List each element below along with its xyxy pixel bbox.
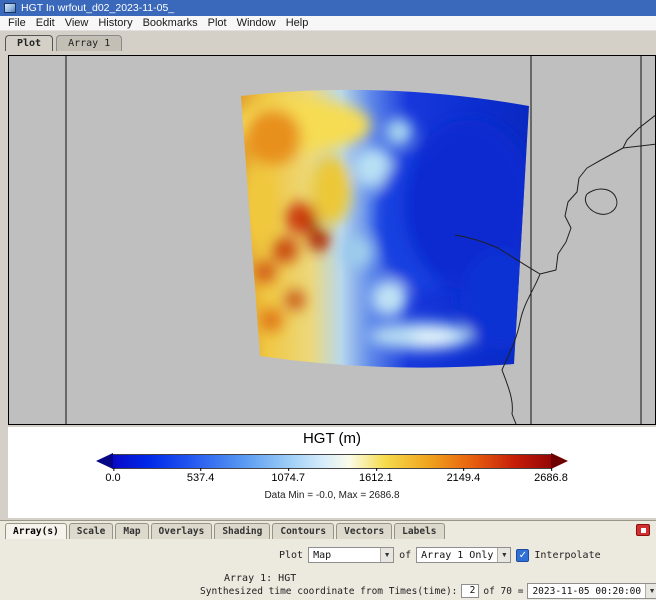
colorbar-tick-label: 2149.4 [447, 472, 481, 484]
control-tab-label: Overlays [159, 526, 205, 537]
control-tab-label: Labels [402, 526, 436, 537]
map-canvas [9, 56, 655, 424]
control-tab[interactable]: Array(s) [5, 523, 67, 539]
control-tab[interactable]: Contours [272, 523, 334, 539]
time-index-field[interactable]: 2 [461, 584, 479, 598]
colorbar-tick-label: 537.4 [187, 472, 215, 484]
array-select[interactable]: Array 1 Only ▼ [416, 547, 511, 563]
plot-panel [8, 55, 656, 425]
control-tab[interactable]: Labels [394, 523, 444, 539]
time-select-value: 2023-11-05 00:20:00 [528, 586, 645, 597]
control-tab-label: Array(s) [13, 526, 59, 537]
window-title: HGT In wrfout_d02_2023-11-05_ [21, 2, 174, 14]
top-tab-label: Plot [17, 38, 41, 49]
top-tab[interactable]: Array 1 [56, 35, 122, 51]
control-tab-strip: Array(s) Scale Map Overlays Shading Cont… [5, 523, 445, 539]
of-label: of [399, 550, 411, 561]
terrain-patch [231, 72, 541, 378]
menu-item[interactable]: Help [281, 17, 314, 29]
time-row: Synthesized time coordinate from Times(t… [200, 583, 656, 599]
app-icon [4, 3, 16, 13]
time-coordinate-label: Synthesized time coordinate from Times(t… [200, 586, 457, 597]
top-tab-label: Array 1 [68, 38, 110, 49]
control-tab-label: Scale [77, 526, 106, 537]
plot-type-row: Plot Map ▼ of Array 1 Only ▼ Interpolate [279, 547, 601, 563]
menu-bar: File Edit View History Bookmarks Plot Wi… [0, 16, 656, 31]
data-minmax-text: Data Min = -0.0, Max = 2686.8 [264, 490, 399, 501]
array-select-value: Array 1 Only [417, 550, 497, 561]
control-tab-label: Map [123, 526, 140, 537]
menu-item[interactable]: Plot [203, 17, 232, 29]
colorbar-over-arrow [551, 453, 568, 469]
control-tab-label: Vectors [344, 526, 384, 537]
chevron-down-icon: ▼ [497, 548, 510, 562]
chevron-down-icon: ▼ [645, 584, 656, 598]
colorbar-tick-label: 1074.7 [271, 472, 305, 484]
time-of-label: of 70 = [483, 586, 523, 597]
detach-panel-button[interactable] [636, 524, 650, 536]
control-tab-label: Contours [280, 526, 326, 537]
chevron-down-icon: ▼ [380, 548, 393, 562]
plot-type-value: Map [309, 550, 335, 561]
control-tab[interactable]: Shading [214, 523, 270, 539]
control-tab-label: Shading [222, 526, 262, 537]
interpolate-label: Interpolate [534, 550, 600, 561]
colorbar-tick-labels: 0.0 537.4 1074.7 1612.1 2149.4 2686.8 [113, 471, 551, 484]
colorbar-area: HGT (m) 0.0 537.4 1074.7 1612.1 2149.4 2… [8, 427, 656, 518]
colorbar-tick-label: 1612.1 [359, 472, 393, 484]
colorbar-gradient [113, 454, 551, 469]
control-panel: Array(s) Scale Map Overlays Shading Cont… [0, 520, 656, 600]
control-tab[interactable]: Overlays [151, 523, 213, 539]
menu-item[interactable]: History [93, 17, 137, 29]
title-bar: HGT In wrfout_d02_2023-11-05_ [0, 0, 656, 16]
control-tab[interactable]: Scale [69, 523, 114, 539]
plot-label: Plot [279, 550, 303, 561]
colorbar-title: HGT (m) [303, 430, 361, 447]
plot-type-select[interactable]: Map ▼ [308, 547, 394, 563]
menu-item[interactable]: File [3, 17, 31, 29]
colorbar [96, 453, 568, 469]
top-tab[interactable]: Plot [5, 35, 53, 51]
control-tab[interactable]: Map [115, 523, 148, 539]
colorbar-tick-label: 0.0 [105, 472, 120, 484]
menu-item[interactable]: Bookmarks [138, 17, 203, 29]
interpolate-checkbox[interactable] [516, 549, 529, 562]
control-tab[interactable]: Vectors [336, 523, 392, 539]
colorbar-under-arrow [96, 453, 113, 469]
menu-item[interactable]: Edit [31, 17, 60, 29]
menu-item[interactable]: Window [232, 17, 281, 29]
top-tab-strip: Plot Array 1 [5, 33, 122, 51]
time-select[interactable]: 2023-11-05 00:20:00 ▼ [527, 583, 656, 599]
menu-item[interactable]: View [60, 17, 94, 29]
colorbar-tick-label: 2686.8 [534, 472, 568, 484]
